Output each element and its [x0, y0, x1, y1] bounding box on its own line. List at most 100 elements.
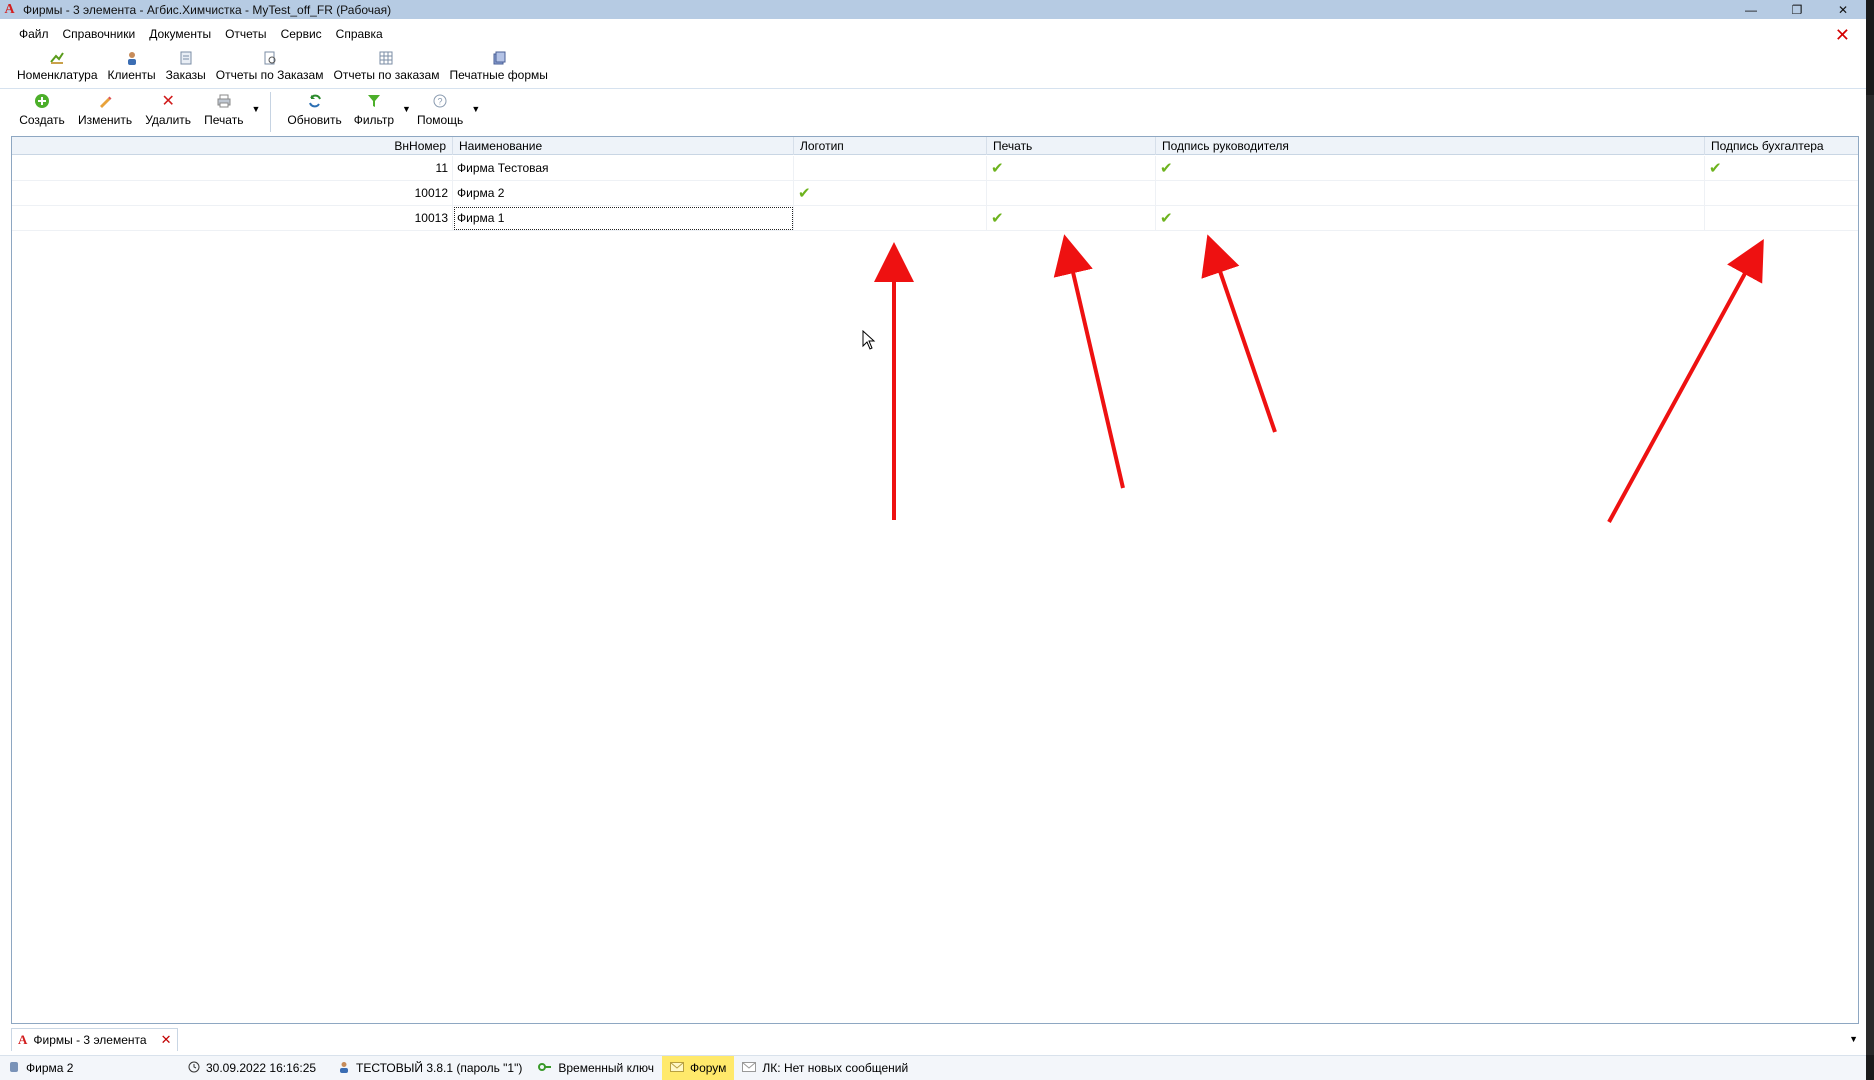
- menu-reports[interactable]: Отчеты: [218, 24, 273, 44]
- svg-text:?: ?: [438, 97, 443, 107]
- help-dropdown-icon[interactable]: ▼: [471, 104, 480, 114]
- close-document-button[interactable]: ✕: [1835, 26, 1850, 44]
- delete-icon: ✕: [161, 93, 175, 110]
- app-window: A Фирмы - 3 элемента - Агбис.Химчистка -…: [0, 0, 1866, 1080]
- edit-button[interactable]: Изменить: [72, 92, 138, 127]
- filter-icon: [366, 92, 382, 110]
- check-icon: ✔: [991, 210, 1004, 227]
- refresh-icon: [307, 92, 323, 110]
- cell-logo[interactable]: ✔: [794, 181, 987, 206]
- filter-dropdown-icon[interactable]: ▼: [402, 104, 411, 114]
- menu-service[interactable]: Сервис: [274, 24, 329, 44]
- close-window-button[interactable]: ✕: [1820, 0, 1866, 19]
- printer-icon: [216, 92, 232, 110]
- nav-orders-button[interactable]: Заказы: [161, 50, 211, 82]
- cell-name[interactable]: Фирма Тестовая: [453, 156, 794, 181]
- clock-icon: [188, 1061, 200, 1076]
- firms-grid[interactable]: ВнНомер Наименование Логотип Печать Подп…: [11, 136, 1859, 1024]
- column-header-name[interactable]: Наименование: [453, 137, 794, 155]
- nav-toolbar: Номенклатура Клиенты Заказы Отчеты по За…: [12, 50, 553, 82]
- refresh-button[interactable]: Обновить: [281, 92, 347, 127]
- cell-director-signature[interactable]: [1156, 181, 1705, 206]
- nav-clients-button[interactable]: Клиенты: [103, 50, 161, 82]
- close-tab-icon[interactable]: ✕: [161, 1032, 172, 1048]
- column-header-logo[interactable]: Логотип: [794, 137, 987, 155]
- cell-name[interactable]: Фирма 1: [453, 206, 794, 231]
- cell-id[interactable]: 10013: [12, 206, 453, 231]
- menu-file[interactable]: Файл: [12, 24, 56, 44]
- print-button[interactable]: Печать: [198, 92, 249, 127]
- status-user[interactable]: ТЕСТОВЫЙ 3.8.1 (пароль "1"): [330, 1056, 530, 1080]
- column-header-id[interactable]: ВнНомер: [12, 137, 453, 155]
- menu-help[interactable]: Справка: [329, 24, 390, 44]
- grid-header: ВнНомер Наименование Логотип Печать Подп…: [12, 137, 1858, 155]
- create-button[interactable]: Создать: [12, 92, 72, 127]
- cell-accountant-signature[interactable]: [1705, 181, 1860, 206]
- tab-firms[interactable]: A Фирмы - 3 элемента ✕: [11, 1028, 179, 1051]
- restore-button[interactable]: ❐: [1774, 0, 1820, 19]
- cell-director-signature[interactable]: ✔: [1156, 156, 1705, 181]
- table-row[interactable]: 11 Фирма Тестовая ✔ ✔ ✔: [12, 156, 1858, 181]
- cell-accountant-signature[interactable]: ✔: [1705, 156, 1860, 181]
- cell-logo[interactable]: [794, 206, 987, 231]
- help-icon: ?: [432, 92, 448, 110]
- status-messages[interactable]: ЛК: Нет новых сообщений: [734, 1056, 916, 1080]
- cell-id[interactable]: 11: [12, 156, 453, 181]
- clients-icon: [124, 50, 140, 66]
- tabs-dropdown-icon[interactable]: ▼: [1849, 1034, 1858, 1044]
- print-dropdown-icon[interactable]: ▼: [251, 104, 260, 114]
- cell-director-signature[interactable]: ✔: [1156, 206, 1705, 231]
- action-toolbar: Создать Изменить ✕ Удалить Печать ▼ Обно…: [12, 92, 480, 132]
- delete-button[interactable]: ✕ Удалить: [138, 92, 198, 127]
- pencil-icon: [97, 92, 113, 110]
- menu-bar: Файл Справочники Документы Отчеты Сервис…: [12, 24, 390, 44]
- help-button[interactable]: ? Помощь: [411, 92, 469, 127]
- outer-scrollbar: [1866, 0, 1874, 1080]
- filter-button[interactable]: Фильтр: [348, 92, 400, 127]
- document-tabs: A Фирмы - 3 элемента ✕: [11, 1028, 179, 1051]
- app-logo-icon: A: [18, 1032, 28, 1047]
- column-header-director-signature[interactable]: Подпись руководителя: [1156, 137, 1705, 155]
- cell-id[interactable]: 10012: [12, 181, 453, 206]
- user-icon: [338, 1061, 350, 1076]
- tab-label: Фирмы - 3 элемента: [33, 1033, 147, 1047]
- status-datetime: 30.09.2022 16:16:25: [180, 1056, 330, 1080]
- column-header-accountant-signature[interactable]: Подпись бухгалтера: [1705, 137, 1860, 155]
- key-icon: [538, 1061, 552, 1076]
- menu-documents[interactable]: Документы: [142, 24, 218, 44]
- cell-accountant-signature[interactable]: [1705, 206, 1860, 231]
- check-icon: ✔: [1160, 160, 1173, 177]
- print-forms-icon: [491, 50, 507, 66]
- menu-references[interactable]: Справочники: [56, 24, 143, 44]
- status-firm[interactable]: Фирма 2: [0, 1056, 180, 1080]
- app-logo-icon: A: [4, 1, 15, 17]
- nav-order-reports-grid-button[interactable]: Отчеты по заказам: [328, 50, 444, 82]
- order-reports-grid-icon: [378, 50, 394, 66]
- orders-icon: [178, 50, 194, 66]
- cell-stamp[interactable]: ✔: [987, 156, 1156, 181]
- status-key[interactable]: Временный ключ: [530, 1056, 662, 1080]
- forum-link[interactable]: Форум: [661, 1055, 735, 1080]
- toolbar-divider: [0, 88, 1866, 89]
- table-row[interactable]: 10013 Фирма 1 ✔ ✔: [12, 206, 1858, 231]
- cell-logo[interactable]: [794, 156, 987, 181]
- cell-stamp[interactable]: [987, 181, 1156, 206]
- add-icon: [34, 92, 50, 110]
- check-icon: ✔: [991, 160, 1004, 177]
- toolbar-separator: [270, 92, 272, 132]
- nav-nomenclature-button[interactable]: Номенклатура: [12, 50, 103, 82]
- envelope-icon: [669, 1061, 684, 1075]
- title-bar: A Фирмы - 3 элемента - Агбис.Химчистка -…: [0, 0, 1866, 19]
- window-title: Фирмы - 3 элемента - Агбис.Химчистка - M…: [23, 2, 392, 17]
- order-reports-icon: [262, 50, 278, 66]
- check-icon: ✔: [798, 185, 811, 202]
- status-bar: Фирма 2 30.09.2022 16:16:25 ТЕСТОВЫЙ 3.8…: [0, 1055, 1866, 1080]
- table-row[interactable]: 10012 Фирма 2 ✔: [12, 181, 1858, 206]
- column-header-stamp[interactable]: Печать: [987, 137, 1156, 155]
- nav-print-forms-button[interactable]: Печатные формы: [444, 50, 552, 82]
- minimize-button[interactable]: —: [1728, 0, 1774, 19]
- nav-order-reports-button[interactable]: Отчеты по Заказам: [211, 50, 329, 82]
- cell-stamp[interactable]: ✔: [987, 206, 1156, 231]
- cell-name[interactable]: Фирма 2: [453, 181, 794, 206]
- nomenclature-icon: [49, 50, 65, 66]
